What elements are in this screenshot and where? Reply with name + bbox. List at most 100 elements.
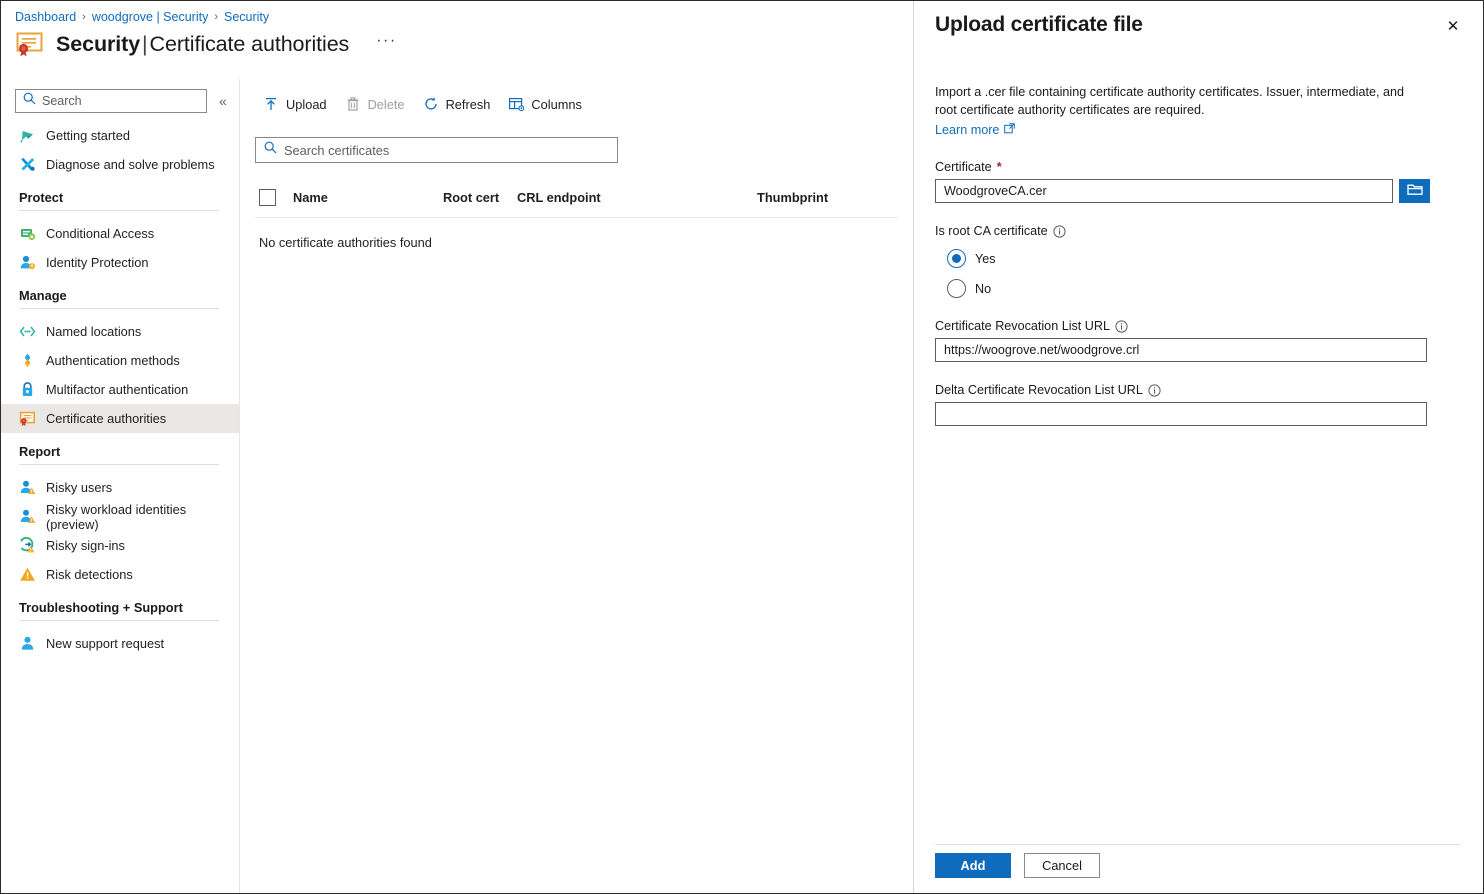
certificate-field: Certificate * WoodgroveCA.cer (935, 160, 1461, 203)
close-icon[interactable]: ✕ (1439, 12, 1467, 40)
column-header-name[interactable]: Name (289, 183, 439, 218)
delete-button: Delete (336, 91, 414, 117)
risky-workload-icon (19, 508, 36, 525)
panel-description: Import a .cer file containing certificat… (935, 85, 1404, 117)
panel-footer: Add Cancel (935, 853, 1100, 878)
sidebar-group-label: Report (19, 444, 61, 459)
radio-option-yes[interactable]: Yes (947, 249, 1461, 268)
delta-crl-url-label: Delta Certificate Revocation List URL (935, 383, 1143, 397)
certificate-input-row: WoodgroveCA.cer (935, 179, 1461, 203)
crl-url-label-row: Certificate Revocation List URL (935, 319, 1461, 333)
sidebar-group-label: Manage (19, 288, 67, 303)
breadcrumb-item-dashboard[interactable]: Dashboard (15, 9, 76, 25)
named-locations-icon (19, 323, 36, 340)
trash-icon (345, 96, 361, 112)
column-header-thumbprint[interactable]: Thumbprint (753, 183, 899, 218)
upload-certificate-panel: Upload certificate file ✕ Import a .cer … (913, 1, 1483, 893)
breadcrumb-separator: › (82, 11, 86, 23)
page-title-sub: Certificate authorities (149, 31, 350, 56)
sidebar-item-new-support-request[interactable]: New support request (1, 629, 239, 658)
sidebar-item-diagnose-and-solve-problems[interactable]: Diagnose and solve problems (1, 150, 239, 179)
sidebar-group-troubleshooting: Troubleshooting + Support (1, 600, 239, 621)
info-icon[interactable] (1148, 383, 1161, 397)
sidebar-item-risky-users[interactable]: Risky users (1, 473, 239, 502)
column-header-root-cert[interactable]: Root cert (439, 183, 513, 218)
page-title: Security|Certificate authorities (56, 32, 349, 57)
sidebar-item-label: Risky workload identities (preview) (46, 501, 187, 532)
sidebar: Search « Getting started Diagnose and so… (1, 79, 240, 893)
sidebar-item-risky-workload-identities[interactable]: Risky workload identities (preview) (1, 501, 239, 532)
conditional-access-icon (19, 225, 36, 242)
learn-more-link[interactable]: Learn more (935, 123, 1016, 137)
certificate-icon (15, 31, 45, 57)
page-title-separator: | (142, 31, 148, 56)
columns-icon (508, 96, 525, 112)
refresh-button[interactable]: Refresh (414, 91, 500, 117)
certificate-input[interactable]: WoodgroveCA.cer (935, 179, 1393, 203)
sidebar-item-label: Named locations (46, 324, 142, 339)
more-options-button[interactable]: ··· (376, 32, 396, 56)
is-root-ca-label: Is root CA certificate (935, 224, 1048, 238)
sidebar-group-label: Protect (19, 190, 64, 205)
toolbar-button-label: Columns (531, 96, 582, 112)
sidebar-item-label: Risk detections (46, 567, 133, 582)
sidebar-item-identity-protection[interactable]: Identity Protection (1, 248, 239, 277)
search-icon (264, 141, 277, 159)
sidebar-item-label: Multifactor authentication (46, 382, 189, 397)
sidebar-item-certificate-authorities[interactable]: Certificate authorities (1, 404, 239, 433)
certificate-search-input[interactable]: Search certificates (255, 137, 618, 163)
browse-file-button[interactable] (1399, 179, 1430, 203)
delta-crl-url-input[interactable] (935, 402, 1427, 426)
radio-yes[interactable] (947, 249, 966, 268)
sidebar-item-label: Authentication methods (46, 353, 180, 368)
sidebar-group-manage: Manage (1, 288, 239, 309)
radio-no[interactable] (947, 279, 966, 298)
certificate-search-placeholder: Search certificates (284, 142, 390, 158)
sidebar-item-risk-detections[interactable]: Risk detections (1, 560, 239, 589)
sidebar-group-report: Report (1, 444, 239, 465)
is-root-ca-field: Is root CA certificate Yes No (935, 224, 1461, 298)
sidebar-item-getting-started[interactable]: Getting started (1, 121, 239, 150)
columns-button[interactable]: Columns (499, 91, 591, 117)
identity-protection-icon (19, 254, 36, 271)
search-input[interactable]: Search (15, 89, 207, 113)
toolbar-button-label: Upload (286, 96, 327, 112)
sidebar-item-multifactor-authentication[interactable]: Multifactor authentication (1, 375, 239, 404)
search-icon (23, 92, 36, 110)
empty-state-message: No certificate authorities found (259, 235, 432, 250)
is-root-ca-label-row: Is root CA certificate (935, 224, 1461, 238)
crl-url-input[interactable]: https://woogrove.net/woodgrove.crl (935, 338, 1427, 362)
panel-header: Upload certificate file ✕ (914, 1, 1483, 37)
info-icon[interactable] (1053, 224, 1066, 238)
crl-url-field: Certificate Revocation List URL https://… (935, 319, 1461, 362)
support-person-icon (19, 635, 36, 652)
sidebar-item-risky-sign-ins[interactable]: Risky sign-ins (1, 531, 239, 560)
sidebar-group-label: Troubleshooting + Support (19, 600, 183, 615)
certificate-label-row: Certificate * (935, 160, 1461, 174)
sidebar-item-named-locations[interactable]: Named locations (1, 317, 239, 346)
certificate-label: Certificate (935, 160, 992, 174)
breadcrumb-item-woodgrove-security[interactable]: woodgrove | Security (92, 9, 209, 25)
azure-portal-window: Dashboard › woodgrove | Security › Secur… (0, 0, 1484, 894)
required-marker: * (996, 160, 1002, 174)
refresh-icon (423, 96, 439, 112)
select-all-checkbox[interactable] (259, 189, 276, 206)
sidebar-item-conditional-access[interactable]: Conditional Access (1, 219, 239, 248)
risky-user-icon (19, 479, 36, 496)
sidebar-item-authentication-methods[interactable]: Authentication methods (1, 346, 239, 375)
info-icon[interactable] (1115, 319, 1128, 333)
sidebar-item-label: New support request (46, 636, 165, 651)
radio-option-no[interactable]: No (947, 279, 1461, 298)
cancel-button[interactable]: Cancel (1024, 853, 1100, 878)
warning-triangle-icon (19, 566, 36, 583)
column-header-crl-endpoint[interactable]: CRL endpoint (513, 183, 753, 218)
add-button[interactable]: Add (935, 853, 1011, 878)
external-link-icon (1004, 123, 1016, 137)
upload-button[interactable]: Upload (254, 91, 336, 117)
sidebar-item-label: Risky sign-ins (46, 538, 125, 553)
breadcrumb-item-security[interactable]: Security (224, 9, 269, 25)
folder-icon (1406, 182, 1423, 201)
sidebar-item-label: Risky users (46, 480, 113, 495)
authentication-methods-icon (19, 352, 36, 369)
collapse-sidebar-button[interactable]: « (219, 94, 227, 108)
